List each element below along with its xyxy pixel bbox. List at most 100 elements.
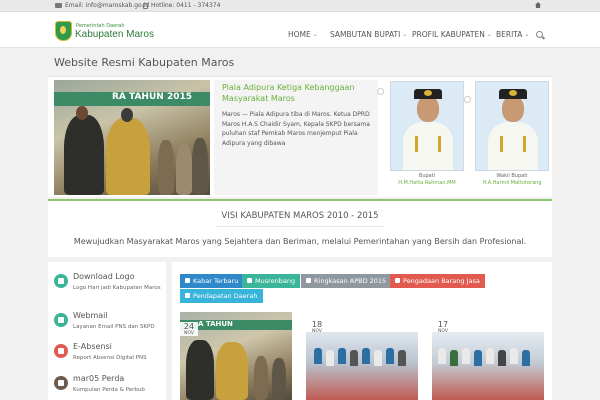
nav-profil-label: PROFIL KABUPATEN xyxy=(412,30,485,39)
visi-section: VISI KABUPATEN MAROS 2010 - 2015 Mewujud… xyxy=(48,199,552,257)
news-icon xyxy=(185,278,190,283)
chevron-down-icon: ⌄ xyxy=(312,31,318,38)
arrow-icon xyxy=(185,293,190,298)
chevron-down-icon: ⌄ xyxy=(486,31,492,38)
official-face xyxy=(417,96,439,122)
sidebar-item-download-logo[interactable]: Download Logo Logo Hari jadi Kabupaten M… xyxy=(54,270,164,302)
slider-photo[interactable]: RA TAHUN 2015 xyxy=(54,80,210,195)
slider-dot[interactable] xyxy=(377,88,384,95)
cap-badge-icon xyxy=(424,90,432,96)
top-info-bar: Email: info@maroskab.go.id Hotline: 0411… xyxy=(0,0,600,12)
sidebar-item-e-absensi[interactable]: E-Absensi Report Absensi Digital PNS xyxy=(54,340,164,372)
wakil-bupati-name[interactable]: H.A.Harmil Mattotorang xyxy=(472,180,552,186)
tab-label: Musrenbang xyxy=(255,277,296,285)
photo-banner-text: RA TAHUN 2015 xyxy=(54,92,210,106)
bupati-name[interactable]: H.M.Hatta Rahman,MM xyxy=(387,180,467,186)
nav-home[interactable]: HOME ⌄ xyxy=(288,30,318,39)
sidebar-item-webmail[interactable]: Webmail Layanan Email PNS dan SKPD xyxy=(54,309,164,341)
wakil-bupati-role: Wakil Bupati xyxy=(496,173,528,179)
photo-person xyxy=(510,348,518,364)
official-collar xyxy=(500,136,526,152)
news-date: 18 NOV xyxy=(308,320,326,334)
slider-title[interactable]: Piala Adipura Ketiga Kebanggaan Masyarak… xyxy=(222,82,372,104)
sidebar-item-title: Webmail xyxy=(73,311,108,320)
official-collar xyxy=(415,136,441,152)
sidebar-item-perda[interactable]: mar05 Perda Kumpulan Perda & Perbub xyxy=(54,372,164,400)
tab-pendapatan-daerah[interactable]: Pendapatan Daerah xyxy=(180,289,263,303)
photo-person xyxy=(398,350,406,366)
news-thumbnail[interactable] xyxy=(432,332,544,400)
tab-label: Pendapatan Daerah xyxy=(193,292,258,300)
news-month: NOV xyxy=(438,329,448,334)
nav-profil-kabupaten[interactable]: PROFIL KABUPATEN ⌄ xyxy=(412,30,492,39)
sidebar-item-subtitle: Logo Hari jadi Kabupaten Maros xyxy=(73,285,161,291)
visi-title: VISI KABUPATEN MAROS 2010 - 2015 xyxy=(221,211,379,221)
photo-person xyxy=(192,138,208,195)
slider-dot[interactable] xyxy=(464,96,471,103)
envelope-icon xyxy=(55,3,62,8)
nav-sambutan-bupati[interactable]: SAMBUTAN BUPATI ⌄ xyxy=(330,30,407,39)
photo-person xyxy=(474,350,482,366)
photo-person xyxy=(216,342,248,400)
chevron-down-icon: ⌄ xyxy=(402,31,408,38)
home-link[interactable] xyxy=(535,2,541,8)
nav-home-label: HOME xyxy=(288,30,311,39)
nav-sambutan-label: SAMBUTAN BUPATI xyxy=(330,30,401,39)
feature-section: RA TAHUN 2015 Piala Adipura Ketiga Keban… xyxy=(48,77,552,197)
visi-text: Mewujudkan Masyarakat Maros yang Sejahte… xyxy=(73,237,527,246)
photo-person xyxy=(326,350,334,366)
photo-person xyxy=(486,348,494,364)
photo-person xyxy=(522,350,530,366)
news-month: NOV xyxy=(184,331,194,336)
photo-person xyxy=(272,358,286,400)
hotline-text: Hotline: 0411 - 374374 xyxy=(151,2,221,9)
tab-pengadaan-barang-jasa[interactable]: Pengadaan Barang Jasa xyxy=(390,274,485,288)
home-icon xyxy=(535,2,541,8)
sidebar-item-title: Download Logo xyxy=(73,272,135,281)
tab-musrenbang[interactable]: Musrenbang xyxy=(242,274,301,288)
news-day: 18 xyxy=(311,320,323,329)
photo-person xyxy=(106,118,150,195)
nav-berita-label: BERITA xyxy=(496,30,523,39)
kabupaten-emblem-logo[interactable] xyxy=(55,21,72,41)
news-day: 17 xyxy=(437,320,449,329)
cap-badge-icon xyxy=(509,90,517,96)
search-icon[interactable] xyxy=(536,31,543,38)
sidebar-item-title: E-Absensi xyxy=(73,342,112,351)
news-content-area: Kabar Terbaru Musrenbang Ringkasan APBD … xyxy=(172,262,552,400)
photo-person xyxy=(350,350,358,366)
sidebar-item-title: mar05 Perda xyxy=(73,374,125,383)
document-icon xyxy=(54,376,68,390)
photo-person xyxy=(462,348,470,364)
photo-person-head xyxy=(76,106,88,120)
email-info[interactable]: Email: info@maroskab.go.id xyxy=(55,2,149,9)
page-title: Website Resmi Kabupaten Maros xyxy=(54,56,235,69)
news-thumbnail[interactable] xyxy=(306,332,418,400)
phone-icon xyxy=(143,2,148,9)
nav-berita[interactable]: BERITA ⌄ xyxy=(496,30,529,39)
site-header: Pemerintah Daerah Kabupaten Maros HOME ⌄… xyxy=(0,12,600,48)
tab-ringkasan-apbd[interactable]: Ringkasan APBD 2015 xyxy=(301,274,392,288)
download-icon xyxy=(54,274,68,288)
slider-body: Maros — Piala Adipura tiba di Maros. Ket… xyxy=(222,111,370,147)
photo-person-head xyxy=(121,108,133,122)
photo-person xyxy=(158,140,174,195)
tab-kabar-terbaru[interactable]: Kabar Terbaru xyxy=(180,274,244,288)
photo-person xyxy=(498,350,506,366)
sidebar-item-subtitle: Layanan Email PNS dan SKPD xyxy=(73,324,155,330)
hotline-info: Hotline: 0411 - 374374 xyxy=(143,2,220,9)
quick-links-sidebar: Download Logo Logo Hari jadi Kabupaten M… xyxy=(48,262,166,400)
bupati-photo[interactable] xyxy=(390,81,464,171)
wakil-bupati-photo[interactable] xyxy=(475,81,549,171)
bar-chart-icon xyxy=(306,278,311,283)
news-date: 17 NOV xyxy=(434,320,452,334)
cart-icon xyxy=(395,278,400,283)
logo-title[interactable]: Kabupaten Maros xyxy=(75,29,154,40)
news-date: 24 NOV xyxy=(180,322,198,336)
photo-person xyxy=(450,350,458,366)
bupati-role: Bupati xyxy=(418,173,436,179)
chevron-down-icon: ⌄ xyxy=(524,31,530,38)
people-icon xyxy=(247,278,252,283)
sidebar-item-subtitle: Kumpulan Perda & Perbub xyxy=(73,387,145,393)
photo-person xyxy=(374,350,382,366)
